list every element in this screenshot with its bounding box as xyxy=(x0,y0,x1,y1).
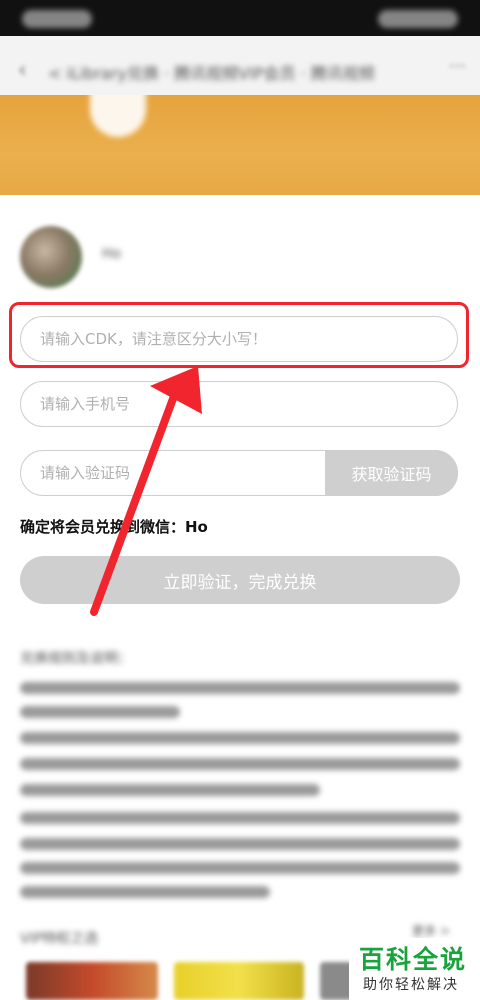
redeem-target-note: 确定将会员兑换到微信：Ho xyxy=(20,518,208,536)
rule-line-7 xyxy=(20,838,460,850)
status-icons xyxy=(378,10,458,28)
user-name: Ho xyxy=(102,246,122,262)
rule-line-5 xyxy=(20,784,320,796)
submit-redeem-button[interactable]: 立即验证，完成兑换 xyxy=(20,556,460,604)
promo-banner xyxy=(0,95,480,195)
get-code-button[interactable]: 获取验证码 xyxy=(325,450,458,496)
status-bar xyxy=(0,0,480,36)
rule-line-1 xyxy=(20,682,460,694)
back-icon[interactable]: ‹ xyxy=(18,58,27,83)
watermark-logo: 百科全说 助你轻松解决 xyxy=(349,938,480,1000)
phone-input[interactable] xyxy=(40,382,389,426)
avatar xyxy=(20,226,82,288)
verification-code-input[interactable] xyxy=(40,451,330,495)
more-icon[interactable]: ··· xyxy=(449,56,466,77)
rule-line-2 xyxy=(20,706,180,718)
verification-code-field[interactable]: 获取验证码 xyxy=(20,450,458,496)
cdk-highlight-box xyxy=(9,302,469,368)
vip-thumbnail[interactable] xyxy=(174,962,304,1000)
rule-line-6 xyxy=(20,812,460,824)
page-title: < iLibrary兑换 · 腾讯视频VIP会员 · 腾讯视频 xyxy=(48,64,375,83)
watermark-sub-text: 助你轻松解决 xyxy=(363,977,459,993)
watermark-main-text: 百科全说 xyxy=(359,945,468,974)
vip-thumbnail[interactable] xyxy=(26,962,158,1000)
rule-line-3 xyxy=(20,732,460,744)
vip-section-title: VIP特权之选 xyxy=(20,931,99,947)
rule-line-8 xyxy=(20,862,460,874)
rule-line-9 xyxy=(20,886,270,898)
vip-more-link[interactable]: 更多 > xyxy=(412,922,450,939)
tencent-video-logo-icon xyxy=(90,95,146,137)
rule-line-4 xyxy=(20,758,460,770)
rules-title: 兑换规则及说明： xyxy=(20,651,132,667)
status-time xyxy=(22,10,92,28)
phone-field[interactable] xyxy=(20,381,458,427)
